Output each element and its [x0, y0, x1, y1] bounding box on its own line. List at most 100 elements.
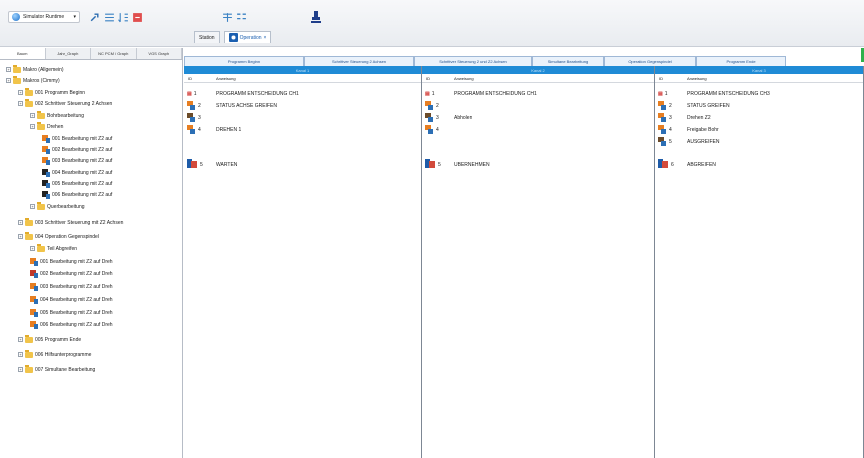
tree-node[interactable]: + Makros (Cimmy) — [6, 75, 60, 86]
tree-node[interactable]: 006 Bearbeitung mit Z2 auf — [42, 189, 112, 200]
operation-icon — [30, 320, 38, 329]
row-id: 4 — [422, 125, 454, 134]
row-id: ▤ 1 — [655, 91, 687, 97]
row-id: 3 — [655, 113, 687, 122]
tree-node[interactable]: +003 Schrittver Steuerung mit Z2 Achsen — [18, 217, 123, 228]
tree-node[interactable]: +002 Schrittver Steuerung 2 Achsen — [18, 98, 112, 109]
tab-nc-pcm-graph[interactable]: NC PCM / Graph — [91, 48, 137, 59]
tree-node[interactable]: +007 Simultane Bearbeitung — [18, 364, 95, 375]
tree-node[interactable]: 003 Bearbeitung mit Z2 auf — [42, 155, 112, 166]
section-tab[interactable]: Operation Gegenspindel — [604, 56, 696, 66]
expand-toggle-icon[interactable]: + — [30, 246, 35, 251]
instruction-row[interactable] — [422, 136, 654, 147]
close-icon[interactable]: × — [264, 35, 267, 41]
tree-node[interactable]: 005 Bearbeitung mit Z2 auf Dreh — [30, 307, 113, 318]
top-tab-strip: Station Operation × — [194, 31, 272, 43]
tree-node[interactable]: +005 Programm Ende — [18, 334, 81, 345]
columns-icon[interactable] — [222, 12, 233, 23]
operation-icon — [425, 159, 436, 170]
row-id-text: 5 — [669, 138, 672, 145]
tree-node[interactable]: 002 Bearbeitung mit Z2 auf Dreh — [30, 268, 113, 279]
section-tab[interactable]: Programm Ende — [696, 56, 786, 66]
tree-node-label: 003 Schrittver Steuerung mit Z2 Achsen — [35, 219, 124, 226]
expand-toggle-icon[interactable]: + — [18, 90, 23, 95]
tree-node-label: Bohrbearbeitung — [47, 112, 84, 119]
tab-vgs-graph[interactable]: VGS Graph — [137, 48, 182, 59]
instruction-row[interactable]: 2 — [422, 100, 654, 111]
expand-toggle-icon[interactable]: + — [18, 337, 23, 342]
tree-node[interactable]: 002 Bearbeitung mit Z2 auf — [42, 144, 112, 155]
tree-node-label: 003 Bearbeitung mit Z2 auf Dreh — [40, 283, 113, 290]
tree-node[interactable]: + Teil Abgreifen — [30, 243, 77, 254]
tree-node-label: Makros (Cimmy) — [23, 77, 60, 84]
list-icon[interactable] — [104, 12, 115, 23]
tree-node[interactable]: 004 Bearbeitung mit Z2 auf — [42, 167, 112, 178]
instruction-row[interactable]: ▤ 1 PROGRAMM ENTSCHEIDUNG CH3 — [655, 88, 863, 99]
tree-node[interactable]: 001 Bearbeitung mit Z2 auf Dreh — [30, 256, 113, 267]
left-panel: Baum Jahr_Graph NC PCM / Graph VGS Graph… — [0, 48, 183, 458]
simulator-dropdown[interactable]: Simulator Runtime ▾ — [8, 11, 80, 23]
tree-node[interactable]: 006 Bearbeitung mit Z2 auf Dreh — [30, 319, 113, 330]
tree-node[interactable]: + Bohrbearbeitung — [30, 110, 84, 121]
section-tab[interactable]: Schrittver Steuerung 2 Achsen — [304, 56, 414, 66]
folder-icon — [25, 217, 33, 226]
expand-toggle-icon[interactable]: + — [18, 101, 23, 106]
expand-toggle-icon[interactable]: + — [30, 204, 35, 209]
wrench-icon[interactable] — [89, 12, 100, 23]
expand-toggle-icon[interactable]: + — [30, 113, 35, 118]
instruction-row[interactable]: 3 Abholen — [422, 112, 654, 123]
tree-node[interactable]: 001 Bearbeitung mit Z2 auf — [42, 133, 112, 144]
instruction-row[interactable]: 2 STATUS ACHSE GREIFEN — [184, 100, 421, 111]
tree-node[interactable]: +001 Programm Beginn — [18, 87, 85, 98]
instruction-row[interactable]: 3 — [184, 112, 421, 123]
main-area: Programm Beginn Schrittver Steuerung 2 Ac… — [184, 48, 864, 458]
expand-toggle-icon[interactable]: + — [30, 124, 35, 129]
folder-icon — [25, 98, 33, 107]
channel-columns: Kanal 1 ID Anweisung ▤ 1 PROGRAMM ENTSCHEIDUN… — [184, 66, 864, 458]
instruction-row[interactable]: ▤ 1 PROGRAMM ENTSCHEIDUNG CH1 — [184, 88, 421, 99]
folder-icon — [37, 243, 45, 252]
instruction-row[interactable]: 6 ABGREIFEN — [655, 159, 863, 170]
tree-node[interactable]: 004 Bearbeitung mit Z2 auf Dreh — [30, 294, 113, 305]
grid-icon[interactable] — [236, 12, 247, 23]
expand-toggle-icon[interactable]: + — [18, 220, 23, 225]
section-tab[interactable]: Programm Beginn — [184, 56, 304, 66]
expand-toggle-icon[interactable]: + — [18, 367, 23, 372]
channel-column: Kanal 3 ID Anweisung ▤ 1 PROGRAMM ENTSCHEIDUN… — [655, 66, 864, 458]
expand-toggle-icon[interactable]: + — [18, 234, 23, 239]
section-tab[interactable]: Simultane Bearbeitung — [532, 56, 604, 66]
tree-node[interactable]: +006 Hilfsunterprogramme — [18, 349, 91, 360]
tab-jahr-graph[interactable]: Jahr_Graph — [46, 48, 91, 59]
row-instruction: ABGREIFEN — [687, 161, 716, 168]
stamp-icon[interactable] — [310, 10, 322, 24]
tab-operation[interactable]: Operation × — [223, 31, 272, 43]
tree-node[interactable]: +004 Operation Gegenspindel — [18, 231, 99, 242]
section-tab[interactable]: Schrittver Steuerung 2 und Z2 Achsen — [414, 56, 532, 66]
program-icon: ▤ — [425, 90, 430, 97]
tree-node[interactable]: 005 Bearbeitung mit Z2 auf — [42, 178, 112, 189]
tab-station[interactable]: Station — [194, 31, 220, 43]
tree-node[interactable]: + Makro (Allgemein) — [6, 64, 64, 75]
export-icon[interactable] — [132, 12, 143, 23]
tree-node[interactable]: 003 Bearbeitung mit Z2 auf Dreh — [30, 281, 113, 292]
expand-toggle-icon[interactable]: + — [6, 67, 11, 72]
instruction-row[interactable]: 4 DREHEN 1 — [184, 124, 421, 135]
tree-node[interactable]: + Querbearbeitung — [30, 201, 85, 212]
instruction-row[interactable]: 4 — [422, 124, 654, 135]
instruction-row[interactable]: 3 Drehen Z2 — [655, 112, 863, 123]
expand-toggle-icon[interactable]: + — [6, 78, 11, 83]
operation-icon — [658, 125, 667, 134]
globe-icon — [12, 13, 20, 21]
tab-baum[interactable]: Baum — [0, 48, 46, 59]
tree-node[interactable]: + Drehen — [30, 121, 63, 132]
instruction-row[interactable]: 5 WARTEN — [184, 159, 421, 170]
operation-icon — [658, 137, 667, 146]
expand-toggle-icon[interactable]: + — [18, 352, 23, 357]
instruction-row[interactable]: ▤ 1 PROGRAMM ENTSCHEIDUNG CH1 — [422, 88, 654, 99]
sort-icon[interactable] — [118, 12, 129, 23]
instruction-row[interactable]: 4 Freigabe Bohr — [655, 124, 863, 135]
instruction-row[interactable]: 2 STATUS GREIFEN — [655, 100, 863, 111]
instruction-row[interactable]: 5 ÜBERNEHMEN — [422, 159, 654, 170]
instruction-row[interactable] — [184, 136, 421, 147]
instruction-row[interactable]: 5 AUSGREIFEN — [655, 136, 863, 147]
